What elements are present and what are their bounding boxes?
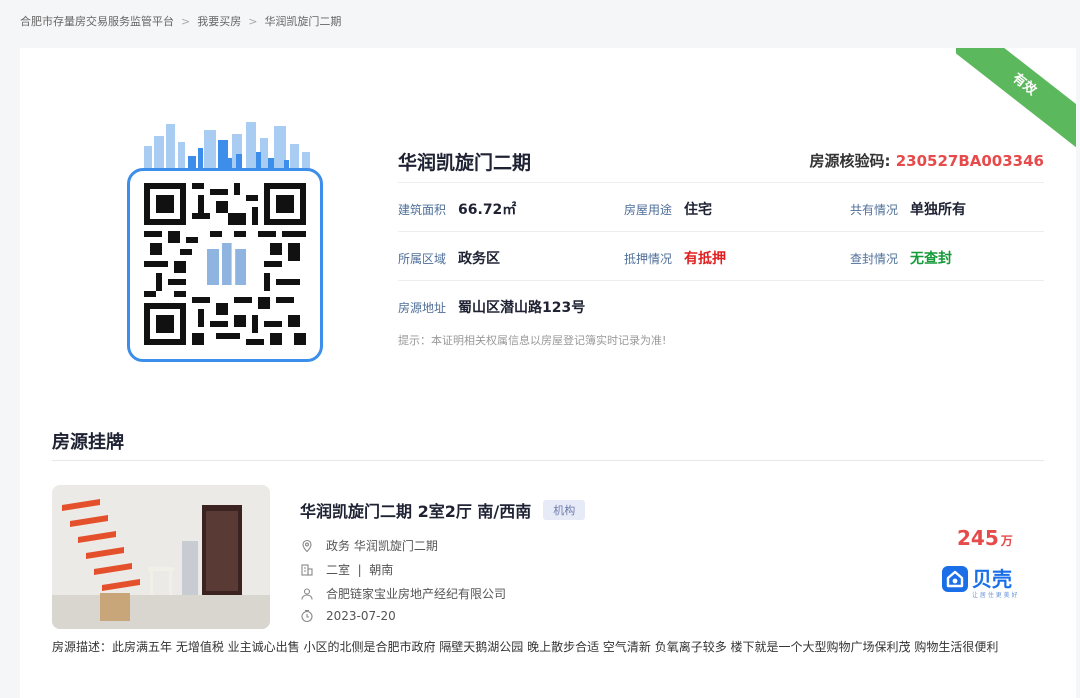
field-label: 房源地址 (398, 300, 447, 315)
breadcrumb-separator: > (181, 14, 191, 28)
listing-date: 2023-07-20 (300, 609, 396, 623)
field-area: 建筑面积 66.72㎡ (398, 199, 516, 219)
verify-code-value: 230527BA003346 (895, 152, 1044, 170)
divider (398, 182, 1044, 183)
status-ribbon-label: 有效 (956, 48, 1076, 148)
divider (398, 280, 1044, 281)
listing-location-text: 政务 华润凯旋门二期 (326, 539, 438, 553)
field-district: 所属区域 政务区 (398, 248, 500, 268)
listing-layout: 二室 | 朝南 (300, 561, 393, 578)
field-label: 共有情况 (850, 202, 899, 217)
listing-photo-image (52, 485, 270, 629)
listing-date-text: 2023-07-20 (326, 609, 396, 623)
divider (398, 231, 1044, 232)
field-label: 所属区域 (398, 251, 447, 266)
beike-name: 贝壳 (972, 567, 1012, 591)
listing-title[interactable]: 华润凯旋门二期 2室2厅 南/西南 机构 (300, 498, 586, 522)
field-value: 无查封 (910, 251, 953, 267)
listing-location: 政务 华润凯旋门二期 (300, 537, 438, 554)
field-usage: 房屋用途 住宅 (624, 199, 712, 219)
user-icon (301, 587, 313, 600)
listing-description: 房源描述：此房满五年 无增值税 业主诚心出售 小区的北侧是合肥市政府 隔壁天鹅湖… (52, 640, 999, 654)
section-divider (52, 460, 1044, 461)
price-unit: 万 (1000, 534, 1013, 548)
beike-platform-link[interactable]: 贝壳 让 居 住 更 美 好 (942, 566, 1018, 599)
listing-layout-text: 二室 | 朝南 (326, 563, 394, 577)
field-value: 住宅 (684, 202, 713, 218)
listing-agency: 合肥链家宝业房地产经纪有限公司 (300, 585, 506, 602)
beike-logo-icon (942, 566, 968, 592)
property-card: 有效 华润凯旋门二期 房源核验码: 230527BA003346 建筑面积 66… (20, 48, 1076, 698)
qr-code-frame (127, 168, 323, 362)
breadcrumb-current: 华润凯旋门二期 (264, 15, 342, 28)
field-value: 蜀山区潜山路123号 (458, 300, 586, 316)
status-ribbon: 有效 (956, 48, 1076, 148)
listing-agency-text: 合肥链家宝业房地产经纪有限公司 (326, 587, 507, 601)
beike-slogan: 让 居 住 更 美 好 (972, 592, 1018, 599)
listing-price: 245 万 (957, 526, 1013, 550)
breadcrumb-buy-link[interactable]: 我要买房 (197, 13, 241, 29)
qr-code-icon (144, 183, 306, 345)
breadcrumb: 合肥市存量房交易服务监管平台 > 我要买房 > 华润凯旋门二期 (20, 13, 341, 29)
breadcrumb-separator: > (248, 14, 258, 28)
record-tip: 提示：本证明相关权属信息以房屋登记簿实时记录为准! (398, 334, 667, 347)
agency-tag: 机构 (543, 500, 586, 520)
listing-title-text[interactable]: 华润凯旋门二期 2室2厅 南/西南 (300, 498, 531, 522)
price-value: 245 (957, 526, 999, 550)
field-value: 有抵押 (684, 251, 727, 267)
field-value: 政务区 (458, 251, 501, 267)
breadcrumb-platform-link[interactable]: 合肥市存量房交易服务监管平台 (20, 13, 174, 29)
field-label: 建筑面积 (398, 202, 447, 217)
listing-photo[interactable] (52, 485, 270, 629)
field-ownership: 共有情况 单独所有 (850, 199, 966, 219)
field-mortgage: 抵押情况 有抵押 (624, 248, 726, 268)
field-label: 查封情况 (850, 251, 899, 266)
field-seizure: 查封情况 无查封 (850, 248, 952, 268)
verify-code: 房源核验码: 230527BA003346 (809, 150, 1044, 171)
section-title: 房源挂牌 (52, 432, 124, 453)
building-icon (301, 563, 313, 576)
city-skyline-icon (144, 122, 310, 176)
property-title: 华润凯旋门二期 (398, 152, 532, 174)
field-value: 单独所有 (910, 202, 967, 218)
clock-icon (301, 609, 313, 623)
field-label: 抵押情况 (624, 251, 673, 266)
field-value: 66.72㎡ (458, 202, 517, 218)
qr-code-block (124, 116, 334, 376)
location-pin-icon (302, 539, 312, 552)
field-label: 房屋用途 (624, 202, 673, 217)
field-address: 房源地址 蜀山区潜山路123号 (398, 297, 585, 317)
verify-code-label: 房源核验码: (809, 152, 891, 170)
